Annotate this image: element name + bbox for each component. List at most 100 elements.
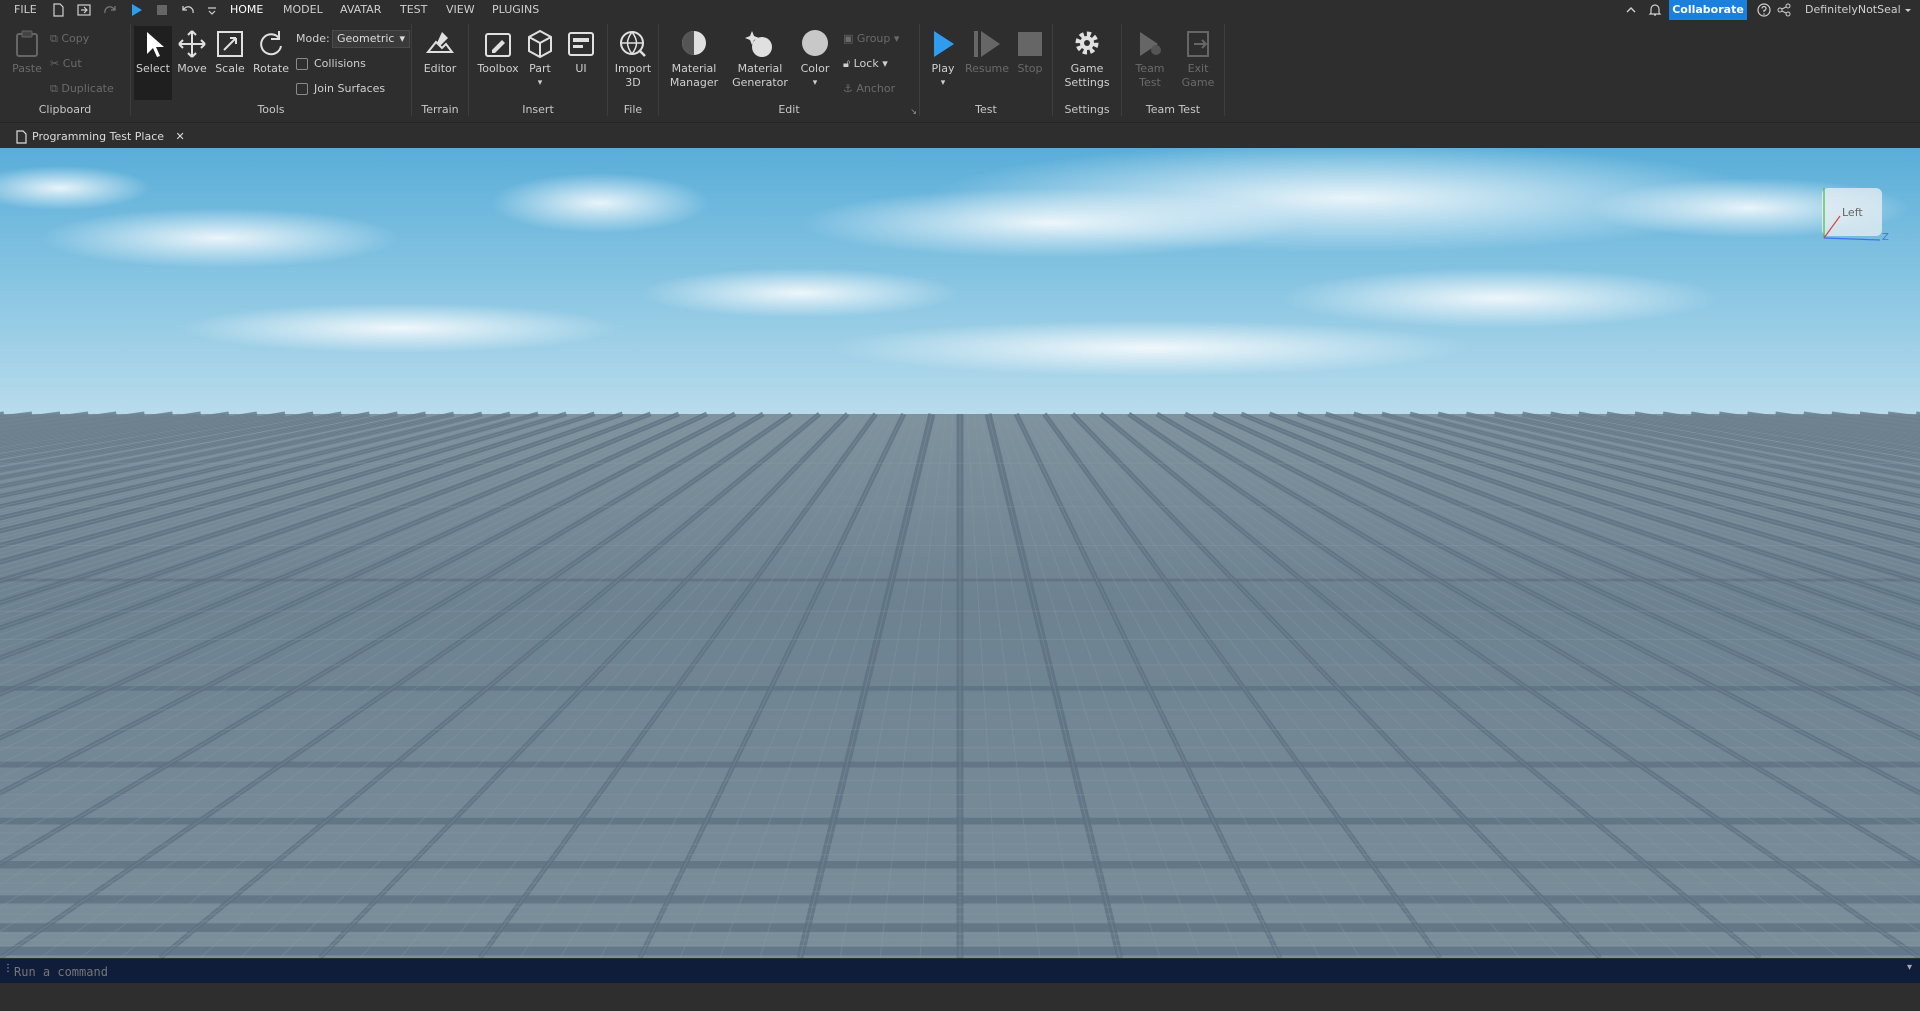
play-dropdown-icon[interactable]: ▾: [923, 76, 963, 90]
cursor-arrow-icon: [147, 32, 164, 57]
chevron-down-icon[interactable]: [1900, 2, 1916, 18]
collisions-checkbox[interactable]: [296, 58, 308, 70]
toolbox-button[interactable]: Toolbox: [476, 28, 520, 76]
join-surfaces-label: Join Surfaces: [314, 82, 386, 95]
3d-viewport[interactable]: Left Z: [0, 148, 1920, 958]
exit-game-label-line1: Exit: [1187, 62, 1209, 75]
customize-dropdown-icon[interactable]: [204, 2, 220, 18]
collaborate-button[interactable]: Collaborate: [1669, 0, 1747, 20]
share-icon[interactable]: [1776, 2, 1792, 18]
tab-view[interactable]: VIEW: [446, 0, 475, 20]
game-settings-button[interactable]: Game Settings: [1059, 28, 1115, 90]
move-label: Move: [177, 62, 207, 75]
exit-game-button[interactable]: Exit Game: [1176, 28, 1220, 90]
command-input[interactable]: [12, 962, 1896, 982]
test-group: Play ▾ Resume Stop Test: [920, 20, 1052, 122]
file-group: Import 3D File: [608, 20, 658, 122]
lock-button[interactable]: 🔓︎ Lock ▾: [843, 55, 888, 73]
view-cube-label: Left: [1842, 206, 1863, 219]
redo-icon[interactable]: [102, 2, 118, 18]
rotate-tool-button[interactable]: Rotate: [249, 28, 293, 76]
move-tool-button[interactable]: Move: [173, 28, 211, 76]
ui-button[interactable]: UI: [562, 28, 600, 76]
join-surfaces-toggle[interactable]: Join Surfaces: [296, 80, 385, 98]
resume-button[interactable]: Resume: [964, 28, 1010, 76]
rotate-icon: [260, 31, 282, 56]
ui-label: UI: [575, 62, 587, 75]
undo-icon[interactable]: [180, 2, 196, 18]
new-file-icon[interactable]: [50, 2, 66, 18]
tab-model[interactable]: MODEL: [283, 0, 323, 20]
tab-home[interactable]: HOME: [230, 0, 263, 20]
material-manager-label-line2: Manager: [669, 76, 719, 89]
terrain-editor-icon: [425, 32, 454, 53]
lock-label: Lock: [853, 57, 879, 70]
material-generator-label-line1: Material: [737, 62, 783, 75]
document-tab[interactable]: Programming Test Place ✕: [8, 127, 191, 147]
quick-play-icon[interactable]: [128, 2, 144, 18]
duplicate-label: Duplicate: [61, 82, 114, 95]
cut-button[interactable]: ✂ Cut: [50, 55, 82, 73]
group-button[interactable]: ▣ Group ▾: [843, 30, 899, 48]
paste-label: Paste: [12, 62, 42, 75]
collapse-ribbon-icon[interactable]: [1623, 2, 1639, 18]
terrain-editor-button[interactable]: Editor: [416, 28, 464, 76]
notifications-bell-icon[interactable]: [1647, 2, 1663, 18]
insert-group-label: Insert: [522, 103, 554, 116]
command-dropdown-icon[interactable]: ▾: [1907, 962, 1912, 973]
tab-plugins[interactable]: PLUGINS: [492, 0, 539, 20]
tab-avatar[interactable]: AVATAR: [340, 0, 381, 20]
view-cube[interactable]: Left Z: [1818, 186, 1889, 244]
file-menu[interactable]: FILE: [14, 0, 37, 20]
material-manager-label-line1: Material: [671, 62, 717, 75]
mode-dropdown[interactable]: Geometric ▾: [332, 30, 410, 48]
close-tab-icon[interactable]: ✕: [176, 130, 185, 143]
toolbox-icon: [485, 33, 511, 57]
stop-icon: [1018, 32, 1042, 56]
collisions-label: Collisions: [314, 57, 366, 70]
paste-button[interactable]: Paste: [8, 28, 46, 76]
test-group-label: Test: [975, 103, 997, 116]
stop-label: Stop: [1017, 62, 1043, 75]
team-test-button[interactable]: Team Test: [1128, 28, 1172, 90]
collisions-toggle[interactable]: Collisions: [296, 55, 366, 73]
exit-game-icon: [1187, 31, 1209, 57]
place-file-icon: [16, 130, 27, 144]
gear-icon: [1075, 31, 1099, 55]
material-generator-button[interactable]: Material Generator: [729, 28, 791, 90]
group-dropdown-icon: ▾: [893, 32, 900, 45]
part-button[interactable]: Part ▾: [524, 28, 556, 90]
join-surfaces-checkbox[interactable]: [296, 83, 308, 95]
user-account-menu[interactable]: DefinitelyNotSeal: [1805, 0, 1901, 20]
clipboard-group: Paste ⧉ Copy ✂ Cut ⧉ Duplicate Clipboard: [0, 20, 130, 122]
select-tool-button[interactable]: Select: [134, 26, 172, 100]
group-label: Group: [856, 32, 891, 45]
import-3d-button[interactable]: Import 3D: [611, 28, 655, 90]
scale-tool-button[interactable]: Scale: [211, 28, 249, 76]
quick-stop-icon[interactable]: [154, 2, 170, 18]
part-dropdown-icon[interactable]: ▾: [524, 76, 556, 90]
status-bar: [0, 983, 1920, 1011]
help-icon[interactable]: [1756, 2, 1772, 18]
copy-button[interactable]: ⧉ Copy: [50, 30, 89, 48]
tab-test[interactable]: TEST: [400, 0, 427, 20]
z-axis-label: Z: [1882, 232, 1889, 243]
anchor-button[interactable]: ⚓︎ Anchor: [843, 80, 895, 98]
settings-group: Game Settings Settings: [1053, 20, 1121, 122]
play-button[interactable]: Play ▾: [923, 28, 963, 90]
terrain-group: Editor Terrain: [412, 20, 468, 122]
color-label: Color: [800, 62, 830, 75]
team-test-group: Team Test Exit Game Team Test: [1122, 20, 1224, 122]
material-manager-button[interactable]: Material Manager: [663, 28, 725, 90]
stop-button[interactable]: Stop: [1012, 28, 1048, 76]
material-manager-icon: [682, 31, 706, 55]
color-dropdown-icon[interactable]: ▾: [795, 76, 835, 90]
team-test-label-line1: Team: [1135, 62, 1165, 75]
edit-expand-icon[interactable]: ↘: [910, 107, 917, 116]
group-icon: ▣: [843, 32, 857, 45]
mode-label: Mode:: [296, 32, 330, 45]
scale-icon: [217, 31, 243, 57]
publish-icon[interactable]: [76, 2, 92, 18]
color-button[interactable]: Color ▾: [795, 28, 835, 90]
duplicate-button[interactable]: ⧉ Duplicate: [50, 80, 114, 98]
